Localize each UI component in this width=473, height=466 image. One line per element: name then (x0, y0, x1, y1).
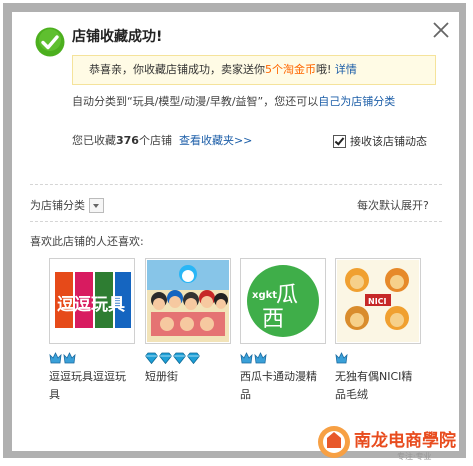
svg-text:瓜: 瓜 (276, 283, 298, 308)
chevron-down-icon[interactable] (89, 197, 104, 213)
coin-notice: 恭喜亲，你收藏店铺成功，卖家送你5个淘金币哦! 详情 (72, 55, 436, 85)
view-favorites-link[interactable]: 查看收藏夹>> (179, 134, 252, 147)
category-text: 自动分类到“玩具/模型/动漫/早教/益智”，您还可以 (72, 95, 319, 108)
shop-thumbnail[interactable]: NICI (335, 258, 421, 344)
svg-text:南龙电商學院: 南龙电商學院 (354, 430, 456, 451)
subscribe-checkbox[interactable]: 接收该店铺动态 (333, 133, 427, 149)
shop-card: 短册街 (145, 258, 231, 386)
seller-rating (145, 352, 231, 365)
diamond-icon (187, 352, 200, 364)
toy-shop-logo-icon: 逗逗玩具 (51, 260, 133, 342)
also-like-label: 喜欢此店铺的人还喜欢: (30, 235, 144, 248)
shop-thumbnail[interactable]: xgkt 瓜 西 (240, 258, 326, 344)
cartoon-crowd-image (147, 260, 229, 342)
notice-suffix: 哦! (316, 63, 332, 76)
favorite-success-dialog: 店铺收藏成功! 恭喜亲，你收藏店铺成功，卖家送你5个淘金币哦! 详情 自动分类到… (12, 12, 459, 451)
shop-card: xgkt 瓜 西 西瓜卡通动漫精品 (240, 258, 326, 404)
default-expand-link[interactable]: 每次默认展开? (357, 197, 429, 215)
svg-text:专注·专业: 专注·专业 (397, 451, 432, 461)
seller-rating (240, 352, 326, 365)
shop-name[interactable]: 短册街 (145, 368, 231, 386)
coin-amount: 5个淘金币 (265, 63, 316, 76)
collected-count-line: 您已收藏376个店铺 查看收藏夹>> (72, 132, 252, 150)
close-icon[interactable] (432, 21, 450, 39)
diamond-icon (173, 352, 186, 364)
collected-count: 376 (116, 134, 139, 147)
crown-icon (240, 352, 253, 364)
notice-text: 恭喜亲，你收藏店铺成功，卖家送你 (89, 63, 265, 76)
crown-icon (335, 352, 348, 364)
shop-card: NICI 无独有偶NICI精品毛绒 (335, 258, 421, 404)
crown-icon (49, 352, 62, 364)
success-check-icon (35, 27, 65, 57)
svg-text:逗逗玩具: 逗逗玩具 (57, 295, 125, 315)
shop-name[interactable]: 逗逗玩具逗逗玩具 (49, 368, 135, 404)
custom-category-link[interactable]: 自己为店铺分类 (318, 95, 395, 108)
crown-icon (63, 352, 76, 364)
svg-text:xgkt: xgkt (252, 290, 277, 301)
divider (30, 184, 442, 185)
shop-name[interactable]: 无独有偶NICI精品毛绒 (335, 368, 421, 404)
shop-name[interactable]: 西瓜卡通动漫精品 (240, 368, 326, 404)
subscribe-label: 接收该店铺动态 (350, 135, 427, 148)
crown-icon (254, 352, 267, 364)
shop-thumbnail[interactable]: 逗逗玩具 (49, 258, 135, 344)
diamond-icon (159, 352, 172, 364)
plush-animals-image: NICI (337, 260, 419, 342)
category-select[interactable]: 为店铺分类 (30, 197, 104, 213)
college-watermark-logo: 南龙电商學院 专注·专业 (318, 426, 456, 461)
checkbox-checked-icon[interactable] (333, 134, 346, 148)
seller-rating (49, 352, 135, 365)
details-link[interactable]: 详情 (335, 63, 357, 76)
shop-thumbnail[interactable] (145, 258, 231, 344)
dialog-title: 店铺收藏成功! (72, 29, 163, 45)
divider (30, 221, 442, 222)
watermelon-logo-icon: xgkt 瓜 西 (242, 260, 324, 342)
diamond-icon (145, 352, 158, 364)
shop-card: 逗逗玩具 逗逗玩具逗逗玩具 (49, 258, 135, 404)
category-line: 自动分类到“玩具/模型/动漫/早教/益智”，您还可以自己为店铺分类 (72, 93, 444, 111)
seller-rating (335, 352, 421, 365)
svg-text:西: 西 (262, 307, 284, 332)
svg-text:NICI: NICI (368, 297, 387, 306)
collected-prefix: 您已收藏 (72, 134, 116, 147)
collected-suffix: 个店铺 (138, 134, 172, 147)
category-select-label: 为店铺分类 (30, 199, 85, 212)
